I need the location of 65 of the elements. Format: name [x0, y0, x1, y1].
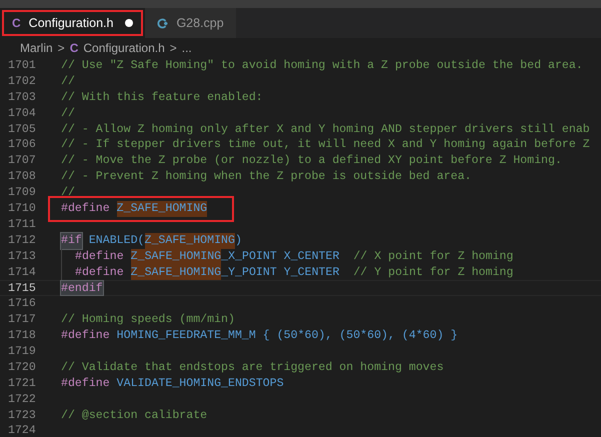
line-number: 1718 — [7, 328, 37, 344]
line-number: 1719 — [7, 344, 37, 360]
line-number: 1701 — [7, 58, 37, 74]
code-token: #define — [61, 201, 111, 217]
line-number: 1711 — [7, 216, 37, 233]
line-number: 1704 — [7, 106, 37, 122]
code-token: #define — [75, 264, 125, 280]
code-token: // - If stepper drivers time out, it will need X and Y homing again before Z — [61, 137, 590, 154]
breadcrumb-separator: > — [170, 40, 177, 57]
code-token: Z_SAFE_HOMING — [116, 201, 208, 217]
line-number: 1722 — [7, 392, 37, 408]
code-token: Z_SAFE_HOMING — [144, 232, 235, 249]
code-token: // @section calibrate — [61, 408, 208, 424]
code-token: // Homing speeds (mm/min) — [61, 312, 235, 328]
code-token: // — [61, 106, 75, 122]
code-token: VALIDATE_HOMING_ENDSTOPS — [116, 376, 284, 392]
code-token: #define — [61, 376, 111, 392]
breadcrumb-item[interactable]: ... — [182, 39, 192, 57]
breadcrumb-item[interactable]: Configuration.h — [83, 39, 165, 57]
code-token: HOMING_FEEDRATE_MM_M { (50*60), (50*60), (4*60) } — [116, 328, 458, 344]
code-token: #endif — [61, 281, 103, 296]
breadcrumb-item[interactable]: Marlin — [20, 39, 53, 57]
line-number: 1708 — [7, 169, 37, 186]
line-number: 1716 — [7, 296, 37, 312]
code-token: // Use "Z Safe Homing" to avoid homing with a Z probe outside the bed area. — [61, 58, 583, 74]
line-number: 1703 — [7, 90, 37, 106]
line-number: 1709 — [7, 185, 37, 202]
code-token: // - Prevent Z homing when the Z probe is outside bed area. — [61, 169, 472, 186]
line-number: 1720 — [7, 360, 37, 376]
code-token: _X_POINT X_CENTER — [221, 248, 340, 265]
line-number: 1702 — [7, 74, 37, 90]
code-token: // Y point for Z homing — [353, 264, 514, 280]
editor-tab[interactable]: G28.cpp — [145, 8, 236, 38]
code-token: // With this feature enabled: — [61, 90, 263, 106]
c-file-icon: C — [70, 42, 78, 54]
code-token: Z_SAFE_HOMING — [130, 248, 222, 265]
line-number: 1706 — [7, 137, 37, 154]
line-number: 1724 — [7, 423, 37, 437]
code-token: _Y_POINT Y_CENTER — [221, 264, 340, 280]
c-file-icon: C — [12, 17, 21, 29]
code-token: #define — [75, 248, 125, 265]
editor-tab[interactable]: C Configuration.h — [0, 8, 146, 38]
code-token: #define — [61, 328, 111, 344]
code-token: // Validate that endstops are triggered on homing moves — [61, 360, 444, 376]
line-number: 1710 — [7, 201, 37, 217]
line-number: 1714 — [7, 264, 37, 280]
line-number: 1717 — [7, 312, 37, 328]
code-token: // X point for Z homing — [353, 248, 514, 265]
code-token: // - Allow Z homing only after X and Y homing AND stepper drivers still enab — [61, 122, 590, 138]
cpp-file-icon — [157, 18, 168, 28]
code-token: ENABLED( — [88, 232, 144, 249]
line-number: 1712 — [7, 232, 37, 249]
code-token: // — [61, 74, 75, 90]
code-token: ) — [234, 232, 242, 249]
line-number: 1723 — [7, 408, 37, 424]
breadcrumb-separator: > — [58, 40, 65, 57]
line-number: 1721 — [7, 376, 37, 392]
line-number: 1715 — [7, 281, 37, 296]
code-token: // - Move the Z probe (or nozzle) to a defined XY point before Z Homing. — [61, 153, 562, 170]
line-number: 1707 — [7, 153, 37, 170]
code-token: // — [61, 185, 75, 202]
code-token: Z_SAFE_HOMING — [130, 264, 222, 280]
line-number: 1705 — [7, 122, 37, 138]
line-number: 1713 — [7, 248, 37, 265]
code-token: #if — [61, 232, 82, 249]
